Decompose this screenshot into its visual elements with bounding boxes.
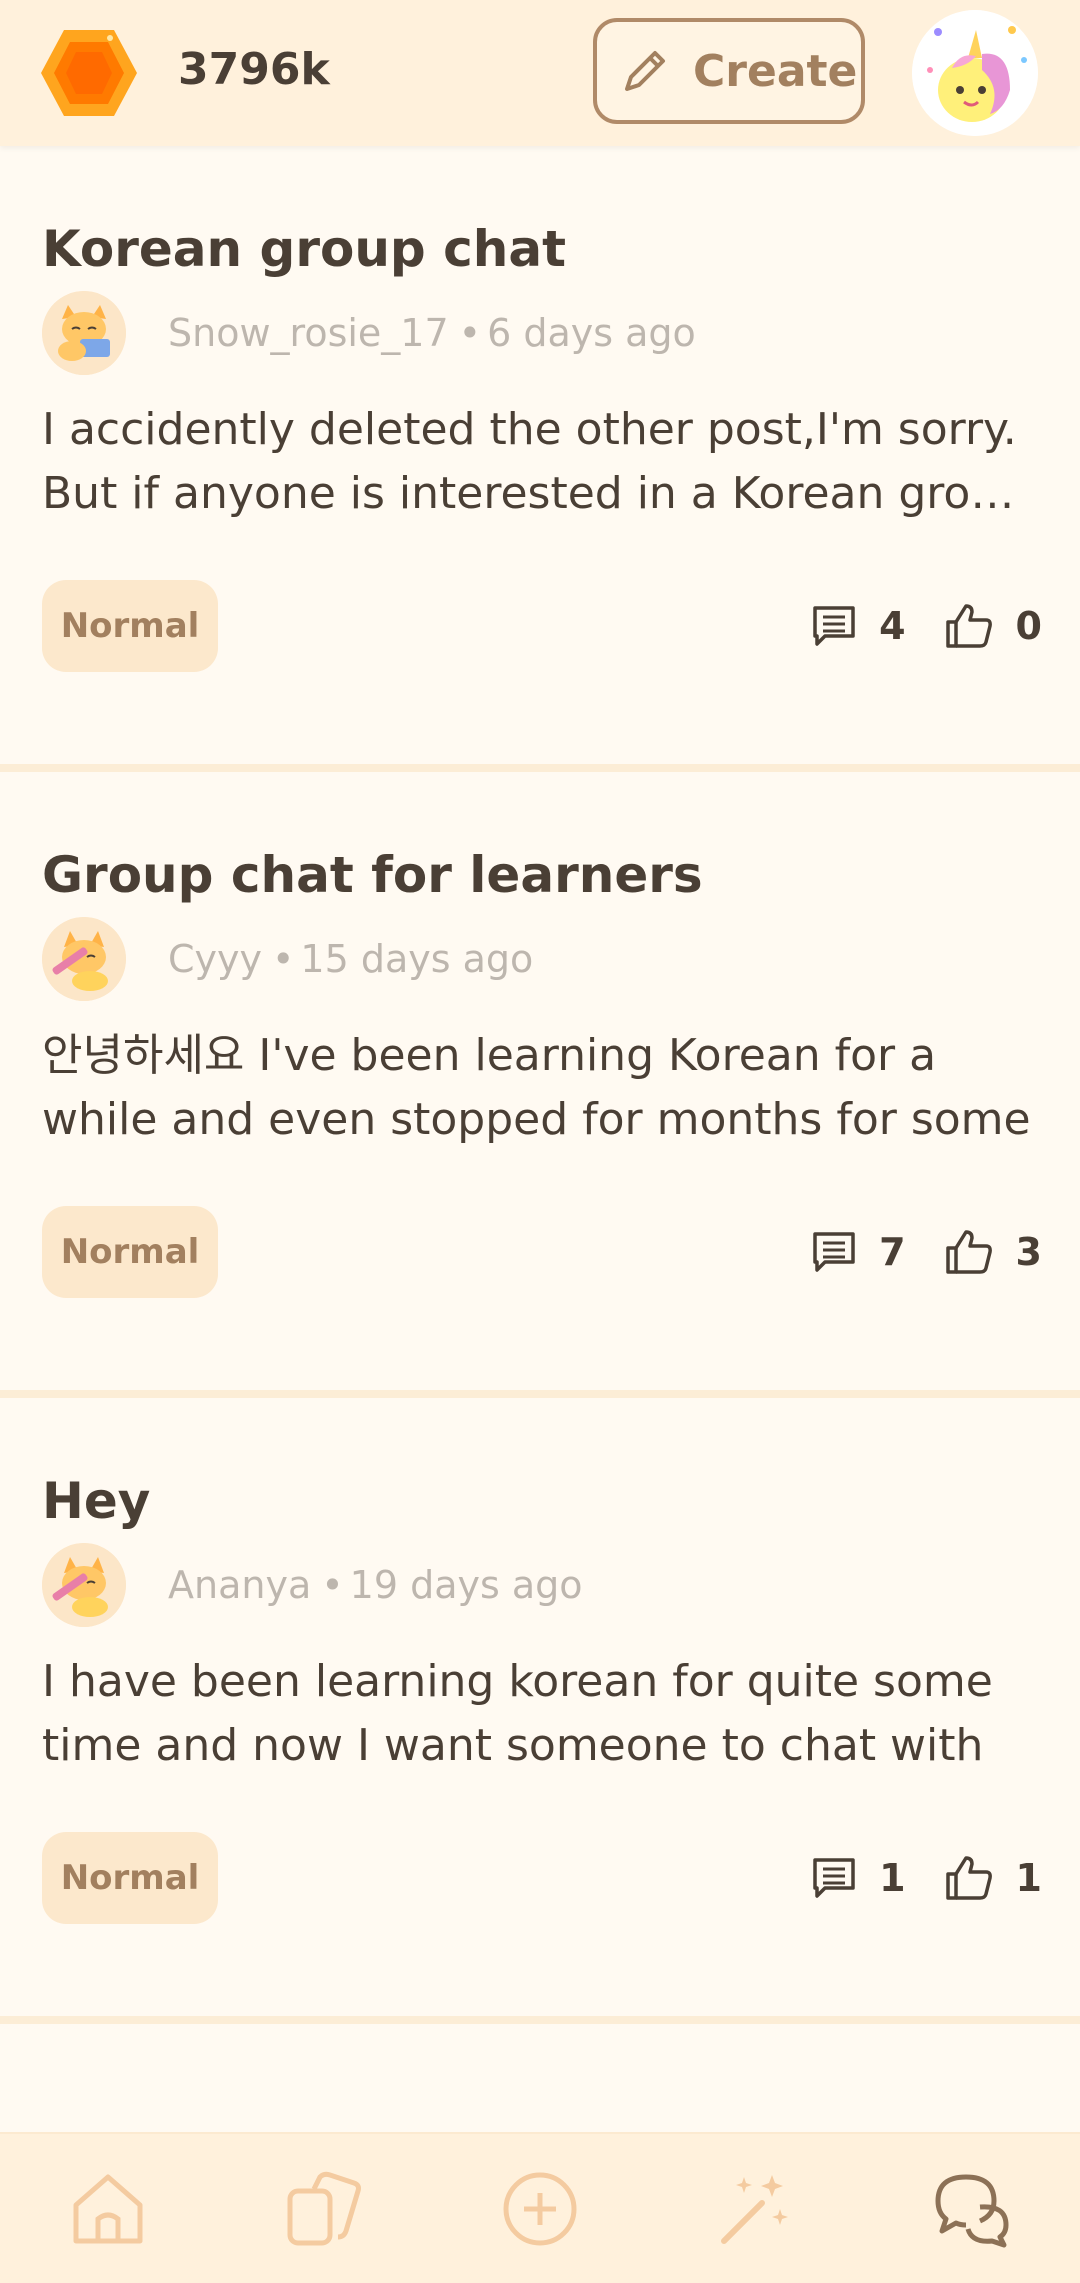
unicorn-avatar-icon [912,10,1038,136]
top-bar: 3796k Create [0,0,1080,146]
like-count: 0 [1015,604,1042,648]
comment-count: 1 [879,1856,906,1900]
like-count: 3 [1015,1230,1042,1274]
meta-separator: • [458,311,482,355]
author-avatar [42,1543,126,1627]
post-card[interactable]: Hey Ananya • 19 days ago I have been lea… [0,1472,1080,2012]
post-title: Korean group chat [42,220,566,278]
add-circle-icon [503,2172,577,2246]
post-title: Group chat for learners [42,846,703,904]
post-divider [0,764,1080,772]
post-time: 6 days ago [487,311,696,355]
magic-wand-icon [721,2175,788,2244]
comment-icon[interactable] [811,1229,857,1275]
post-stats: 1 1 [811,1848,1042,1908]
meta-separator: • [272,937,295,981]
post-card[interactable]: Korean group chat Snow_rosie_17 • 6 days… [0,220,1080,760]
author-name[interactable]: Ananya [168,1563,311,1607]
gem-icon [41,30,137,116]
post-meta: Ananya • 19 days ago [42,1542,583,1628]
nav-home[interactable] [63,2164,153,2254]
pencil-icon [625,51,665,91]
profile-avatar[interactable] [912,10,1038,136]
meta-separator: • [321,1563,344,1607]
thumbs-up-icon[interactable] [944,1228,994,1276]
points-counter: 3796k [178,44,330,95]
comment-count: 7 [879,1230,906,1274]
author-avatar [42,917,126,1001]
post-stats: 7 3 [811,1222,1042,1282]
post-tag: Normal [42,580,218,672]
like-count: 1 [1015,1856,1042,1900]
post-body: I accidently deleted the other post,I'm … [42,404,1027,519]
nav-magic[interactable] [711,2164,801,2254]
nav-community[interactable] [927,2164,1017,2254]
create-label: Create [693,45,858,97]
thumbs-up-icon[interactable] [944,1854,994,1902]
post-divider [0,2016,1080,2024]
comment-count: 4 [879,604,906,648]
nav-add[interactable] [495,2164,585,2254]
author-name[interactable]: Snow_rosie_17 [168,311,449,355]
post-body: I have been learning korean for quite so… [42,1656,993,1771]
post-meta: Cyyy • 15 days ago [42,916,533,1002]
author-avatar [42,291,126,375]
post-card[interactable]: Group chat for learners Cyyy • 15 days a… [0,846,1080,1386]
post-tag: Normal [42,1206,218,1298]
cat-avatar-icon [42,1543,126,1627]
bottom-nav [0,2132,1080,2283]
post-tag: Normal [42,1832,218,1924]
thumbs-up-icon[interactable] [944,602,994,650]
author-name[interactable]: Cyyy [168,937,262,981]
chat-bubbles-icon [935,2174,1009,2248]
home-icon [73,2174,143,2244]
cat-avatar-icon [42,917,126,1001]
create-button[interactable]: Create [593,18,865,124]
cards-icon [287,2171,361,2246]
comment-icon[interactable] [811,1855,857,1901]
post-time: 19 days ago [349,1563,583,1607]
post-time: 15 days ago [300,937,534,981]
post-divider [0,1390,1080,1398]
cat-avatar-icon [42,291,126,375]
post-body: 안녕하세요 I've been learning Korean for a wh… [42,1030,1031,1145]
comment-icon[interactable] [811,603,857,649]
post-stats: 4 0 [811,596,1042,656]
nav-cards[interactable] [279,2164,369,2254]
post-title: Hey [42,1472,151,1530]
post-meta: Snow_rosie_17 • 6 days ago [42,290,696,376]
